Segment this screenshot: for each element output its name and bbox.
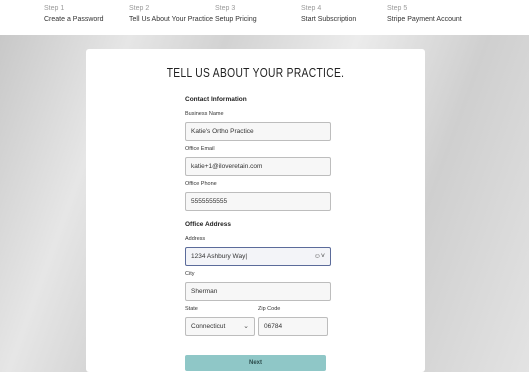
address-field[interactable]: 1234 Ashbury Way| ☺˅: [185, 247, 331, 266]
address-label: Address: [185, 236, 206, 242]
step-name: Tell Us About Your Practice: [129, 16, 214, 23]
state-select[interactable]: Connecticut ⌄: [185, 317, 255, 336]
step-number: Step 2: [129, 5, 150, 12]
next-button[interactable]: Next: [185, 355, 326, 371]
step-name: Create a Password: [44, 16, 104, 23]
step-name: Stripe Payment Account: [387, 16, 462, 23]
page-title: TELL US ABOUT YOUR PRACTICE.: [166, 66, 345, 80]
step-3[interactable]: Step 3 Setup Pricing: [215, 4, 257, 24]
step-number: Step 3: [215, 5, 236, 12]
zip-code-label: Zip Code: [258, 306, 281, 312]
chevron-down-icon: ⌄: [243, 323, 249, 330]
step-progress-bar: Step 1 Create a Password Step 2 Tell Us …: [0, 0, 529, 35]
office-email-field[interactable]: katie+1@iloveretain.com: [185, 157, 331, 176]
office-phone-label: Office Phone: [185, 181, 217, 187]
step-4[interactable]: Step 4 Start Subscription: [301, 4, 356, 24]
city-label: City: [185, 271, 195, 277]
person-dropdown-icon[interactable]: ☺˅: [314, 248, 325, 265]
city-field[interactable]: Sherman: [185, 282, 331, 301]
office-phone-field[interactable]: 5555555555: [185, 192, 331, 211]
step-number: Step 4: [301, 5, 322, 12]
step-2[interactable]: Step 2 Tell Us About Your Practice: [129, 4, 213, 24]
office-email-label: Office Email: [185, 146, 215, 152]
zip-code-field[interactable]: 06784: [258, 317, 328, 336]
state-value: Connecticut: [191, 323, 226, 330]
contact-section-heading: Contact Information: [185, 96, 247, 103]
step-number: Step 5: [387, 5, 408, 12]
business-name-field[interactable]: Katie's Ortho Practice: [185, 122, 331, 141]
step-5[interactable]: Step 5 Stripe Payment Account: [387, 4, 462, 24]
business-name-label: Business Name: [185, 111, 224, 117]
step-name: Setup Pricing: [215, 16, 257, 23]
step-1[interactable]: Step 1 Create a Password: [44, 4, 104, 24]
address-section-heading: Office Address: [185, 221, 231, 228]
state-label: State: [185, 306, 198, 312]
address-value: 1234 Ashbury Way|: [191, 253, 248, 260]
step-number: Step 1: [44, 5, 65, 12]
step-name: Start Subscription: [301, 16, 357, 23]
practice-form-card: TELL US ABOUT YOUR PRACTICE. Contact Inf…: [86, 49, 425, 372]
